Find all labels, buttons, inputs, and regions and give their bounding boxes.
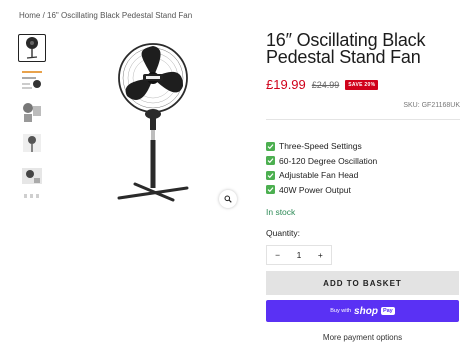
stock-status: In stock	[266, 207, 296, 217]
quantity-input[interactable]: 1	[288, 250, 309, 260]
check-icon	[266, 185, 275, 195]
quantity-increase-button[interactable]: +	[310, 250, 331, 260]
quantity-stepper: − 1 +	[266, 245, 332, 265]
feature-text: 60-120 Degree Oscillation	[279, 155, 378, 166]
original-price: £24.99	[311, 79, 340, 90]
sale-badge: SAVE 20%	[345, 79, 379, 90]
feature-item: 60-120 Degree Oscillation	[266, 154, 460, 169]
check-icon	[266, 141, 275, 151]
pay-logo: Pay	[380, 307, 395, 315]
add-to-basket-button[interactable]: ADD TO BASKET	[266, 271, 459, 295]
shop-logo: shop	[354, 305, 378, 317]
thumbnail-5[interactable]	[18, 162, 46, 190]
check-icon	[266, 156, 275, 166]
magnifier-icon	[224, 195, 232, 203]
feature-text: Three-Speed Settings	[279, 141, 362, 151]
breadcrumb-home-link[interactable]: Home	[19, 11, 40, 20]
zoom-button[interactable]	[219, 190, 237, 208]
feature-text: 40W Power Output	[279, 184, 351, 195]
check-icon	[266, 170, 275, 180]
feature-item: 40W Power Output	[266, 183, 460, 198]
thumbnail-4[interactable]	[18, 130, 46, 158]
feature-text: Adjustable Fan Head	[279, 170, 359, 180]
quantity-decrease-button[interactable]: −	[267, 250, 288, 260]
divider	[266, 119, 460, 120]
current-price: £19.99	[266, 77, 306, 92]
price-row: £19.99 £24.99 SAVE 20%	[266, 77, 460, 92]
thumbnail-1[interactable]	[18, 34, 46, 62]
thumbnail-6-partial[interactable]	[18, 194, 46, 200]
thumbnail-gallery	[18, 34, 48, 200]
thumbnail-3[interactable]	[18, 98, 46, 126]
product-image	[95, 30, 235, 210]
breadcrumb-separator: /	[40, 11, 48, 20]
shop-pay-button[interactable]: Buy with shop Pay	[266, 300, 459, 322]
quantity-label: Quantity:	[266, 228, 301, 238]
breadcrumb: Home / 16" Oscillating Black Pedestal St…	[19, 11, 192, 20]
feature-item: Adjustable Fan Head	[266, 168, 460, 183]
buy-with-label: Buy with	[330, 308, 352, 314]
feature-item: Three-Speed Settings	[266, 139, 460, 154]
thumbnail-2[interactable]	[18, 66, 46, 94]
feature-list: Three-Speed Settings 60-120 Degree Oscil…	[266, 139, 460, 197]
breadcrumb-current: 16" Oscillating Black Pedestal Stand Fan	[47, 11, 193, 20]
product-info: 16″ Oscillating Black Pedestal Stand Fan…	[266, 30, 460, 265]
sku: SKU: GF21168UK	[403, 102, 460, 109]
more-payment-options-link[interactable]: More payment options	[266, 333, 459, 342]
product-title: 16″ Oscillating Black Pedestal Stand Fan	[266, 30, 426, 67]
